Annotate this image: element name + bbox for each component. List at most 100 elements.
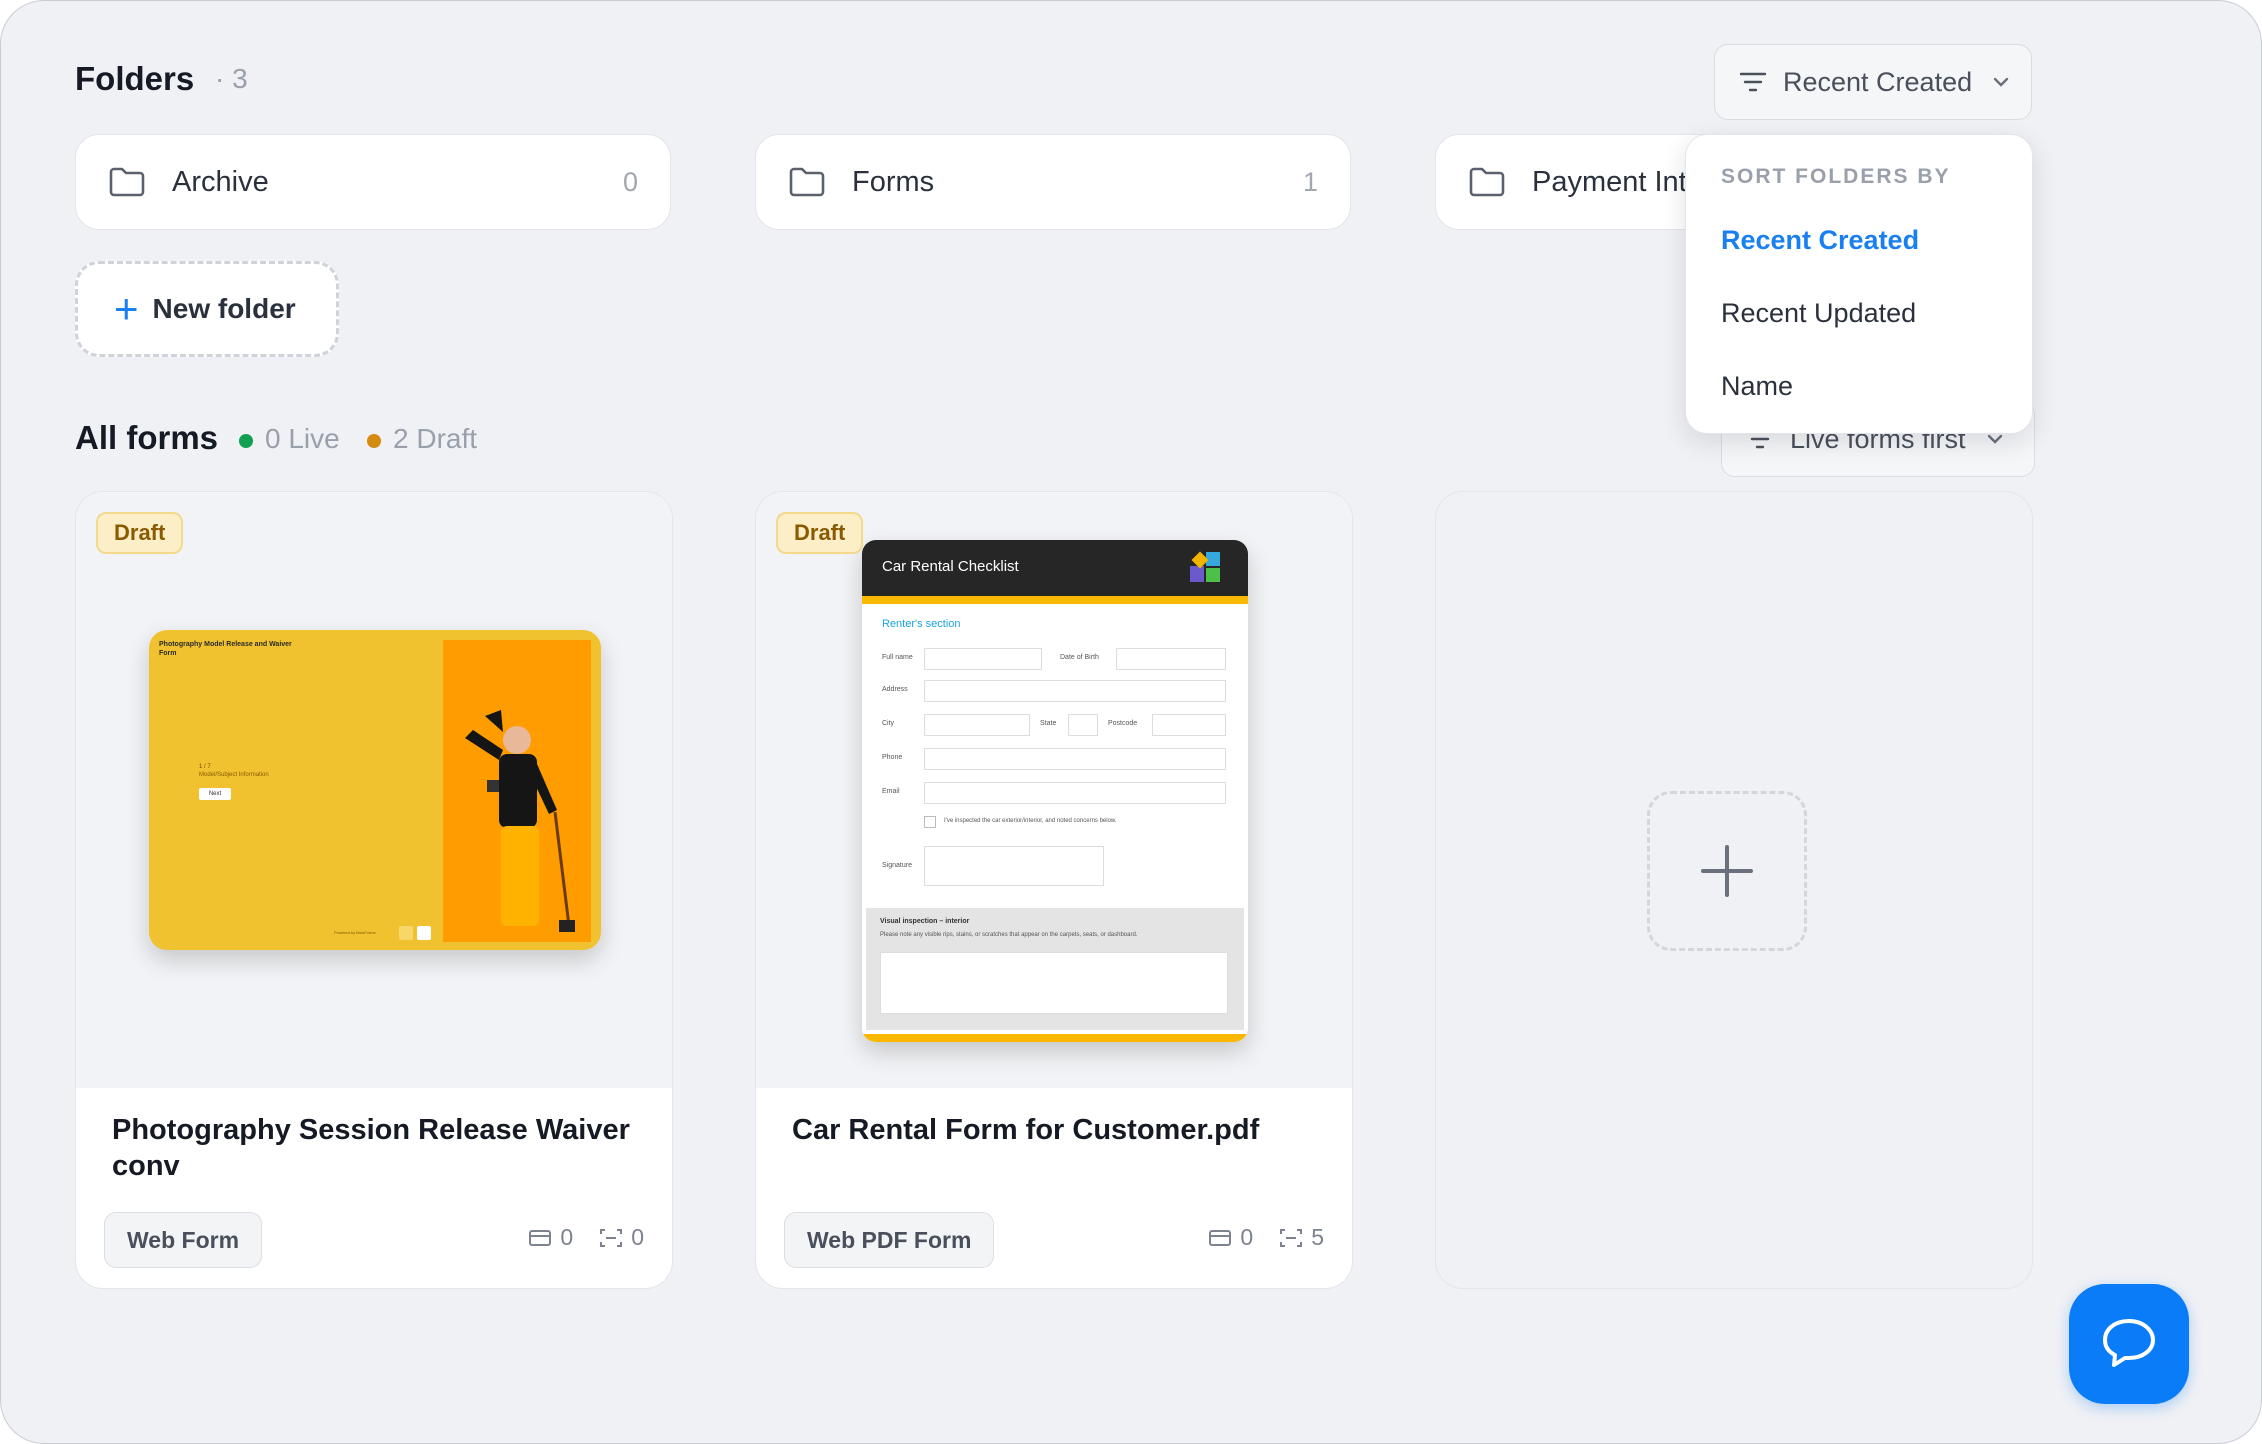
scan-icon xyxy=(1280,1228,1303,1247)
thumb-label: Full name xyxy=(882,654,913,661)
thumb-next-button: Next xyxy=(199,788,231,800)
thumb-accent-bar xyxy=(862,1034,1248,1042)
form-title[interactable]: Car Rental Form for Customer.pdf xyxy=(792,1112,1322,1148)
form-card-car-rental[interactable]: Car Rental Checklist Renter's section Fu… xyxy=(755,491,1353,1289)
folders-title: Folders xyxy=(75,60,195,97)
chat-support-button[interactable] xyxy=(2069,1284,2189,1404)
menu-option-recent-created[interactable]: Recent Created xyxy=(1721,225,1919,256)
fields-count: 0 xyxy=(631,1224,644,1250)
chat-bubble-icon xyxy=(2103,1319,2155,1367)
filter-icon xyxy=(1739,72,1767,92)
draft-count: 2 Draft xyxy=(367,423,477,455)
live-dot xyxy=(239,433,253,448)
thumb-section: Renter's section xyxy=(882,618,961,630)
live-label: 0 Live xyxy=(265,423,340,454)
photo-image xyxy=(443,640,591,942)
folder-count: 0 xyxy=(622,166,638,197)
car-rental-thumbnail: Car Rental Checklist Renter's section Fu… xyxy=(862,540,1248,1042)
responses-count: 0 xyxy=(560,1224,574,1250)
folder-sort-button[interactable]: Recent Created xyxy=(1714,44,2032,120)
fields-count: 5 xyxy=(1311,1224,1324,1250)
thumb-powered: Powered by BoloForms xyxy=(334,930,376,935)
thumb-label: Signature xyxy=(882,862,912,869)
chevron-down-icon xyxy=(1993,77,2009,87)
folder-name: Payment Int xyxy=(1532,165,1687,198)
folder-forms[interactable]: Forms 1 xyxy=(755,134,1351,230)
thumb-visual-section: Visual inspection – interior Please note… xyxy=(866,908,1244,1030)
status-badge: Draft xyxy=(776,512,864,554)
folder-count: 1 xyxy=(1302,166,1318,197)
menu-header: SORT FOLDERS BY xyxy=(1721,165,1951,188)
card-icon xyxy=(529,1229,552,1246)
folder-name: Forms xyxy=(852,165,935,198)
menu-option-recent-updated[interactable]: Recent Updated xyxy=(1721,298,1916,329)
thumb-field xyxy=(1116,648,1226,670)
app-frame: Folders · 3 Recent Created Archive 0 For… xyxy=(0,0,2262,1444)
responses-stat: 0 xyxy=(1208,1224,1253,1251)
folders-count: · 3 xyxy=(215,63,248,94)
fields-stat: 0 xyxy=(599,1224,644,1251)
thumb-checkbox xyxy=(924,816,936,828)
thumb-label: State xyxy=(1040,720,1057,727)
plus-icon xyxy=(1701,845,1753,897)
photo-form-thumbnail: Photography Model Release and Waiver For… xyxy=(149,630,601,950)
form-stats: 0 5 xyxy=(1182,1224,1324,1251)
thumb-label: Postcode xyxy=(1108,720,1138,727)
thumb-label: I've inspected the car exterior/interior… xyxy=(944,818,1117,824)
folder-sort-label: Recent Created xyxy=(1783,66,1973,97)
plus-icon: + xyxy=(114,285,139,332)
form-card-photography[interactable]: Photography Model Release and Waiver For… xyxy=(75,491,673,1289)
card-icon xyxy=(1209,1229,1232,1246)
thumb-field xyxy=(880,952,1228,1014)
sort-folders-menu: SORT FOLDERS BY Recent Created Recent Up… xyxy=(1685,134,2033,434)
draft-dot xyxy=(367,433,381,448)
form-stats: 0 0 xyxy=(502,1224,644,1251)
form-preview[interactable]: Photography Model Release and Waiver For… xyxy=(76,492,672,1088)
thumb-field xyxy=(1068,714,1098,736)
thumb-field xyxy=(924,648,1042,670)
folder-archive[interactable]: Archive 0 xyxy=(75,134,671,230)
folder-name: Archive xyxy=(172,165,269,198)
form-title[interactable]: Photography Session Release Waiver conv xyxy=(112,1112,642,1184)
thumb-header: Car Rental Checklist xyxy=(862,540,1248,596)
thumb-field xyxy=(924,714,1030,736)
add-form-button[interactable] xyxy=(1647,791,1807,951)
live-count: 0 Live xyxy=(239,423,340,455)
form-preview[interactable]: Car Rental Checklist Renter's section Fu… xyxy=(756,492,1352,1088)
new-folder-label: New folder xyxy=(152,293,296,324)
thumb-accent-bar xyxy=(862,596,1248,604)
form-type-badge: Web PDF Form xyxy=(784,1212,995,1268)
all-forms-title: All forms xyxy=(75,419,219,456)
thumb-field xyxy=(1152,714,1226,736)
thumb-field xyxy=(924,680,1226,702)
thumb-label: Phone xyxy=(882,754,903,761)
thumb-step: 1 / 7 xyxy=(199,764,211,770)
thumb-label: Please note any visible rips, stains, or… xyxy=(880,932,1138,938)
status-badge: Draft xyxy=(96,512,184,554)
thumb-label: Visual inspection – interior xyxy=(880,918,970,925)
folder-icon xyxy=(1469,167,1505,197)
thumb-prev-arrow xyxy=(399,926,413,940)
thumb-field xyxy=(924,846,1104,886)
form-type-badge: Web Form xyxy=(104,1212,263,1268)
fields-stat: 5 xyxy=(1279,1224,1324,1251)
logo-icon xyxy=(1190,551,1220,582)
photographer-figure xyxy=(465,710,575,932)
scan-icon xyxy=(600,1228,623,1247)
folder-icon xyxy=(109,167,145,197)
thumb-label: Email xyxy=(882,788,900,795)
thumb-label: City xyxy=(882,720,895,727)
thumb-heading: Photography Model Release and Waiver For… xyxy=(159,641,292,657)
chevron-down-icon xyxy=(1987,434,2002,444)
thumb-label: Date of Birth xyxy=(1060,654,1099,661)
thumb-field xyxy=(924,782,1226,804)
menu-option-name[interactable]: Name xyxy=(1721,371,1793,402)
thumb-next-arrow xyxy=(417,926,431,940)
thumb-field xyxy=(924,748,1226,770)
thumb-label: Address xyxy=(882,686,908,693)
draft-label: 2 Draft xyxy=(393,423,478,454)
responses-count: 0 xyxy=(1240,1224,1254,1250)
folder-icon xyxy=(789,167,825,197)
thumb-heading: Car Rental Checklist xyxy=(882,558,1019,575)
new-folder-button[interactable]: + New folder xyxy=(75,261,339,357)
